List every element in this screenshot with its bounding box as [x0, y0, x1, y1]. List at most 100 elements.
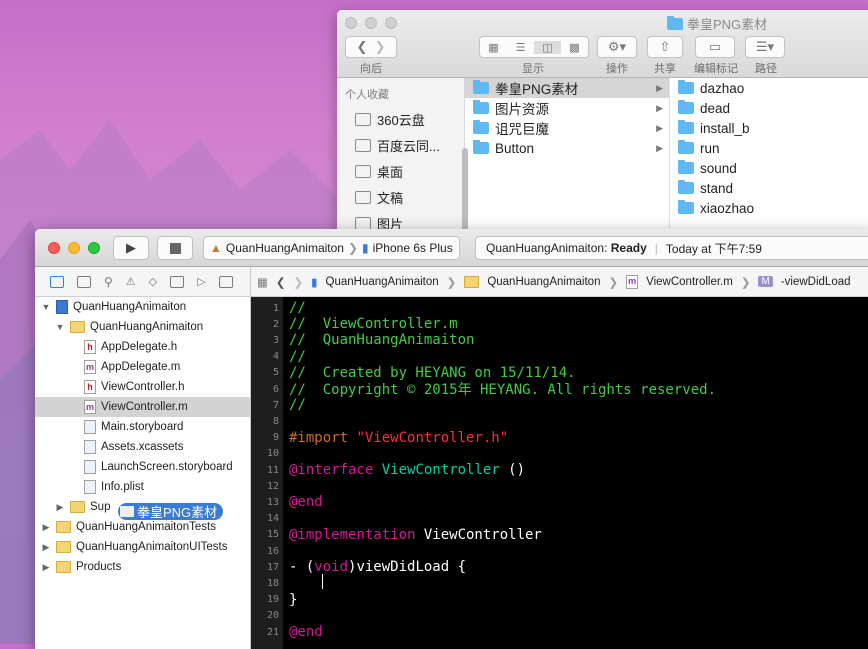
source-editor[interactable]: 1 // 2 // ViewController.m 3 // QuanHuangAnim… [251, 297, 868, 649]
text-cursor [322, 574, 323, 589]
folder-row[interactable]: dead [670, 98, 868, 118]
scheme-selector[interactable]: ▲ QuanHuangAnimaiton ❯ ▮ iPhone 6s Plus [203, 236, 460, 260]
sidebar-item[interactable]: 桌面 [337, 158, 464, 184]
column-view-icon[interactable]: ◫ [534, 40, 561, 54]
close-button[interactable] [48, 242, 60, 254]
navigator-item[interactable]: Main.storyboard [35, 417, 250, 437]
disclosure-arrow-icon: ▶ [656, 122, 663, 133]
project-navigator: ▼ QuanHuangAnimaiton ▼ QuanHuangAnimaiton h A… [35, 297, 251, 649]
folder-name: 图片资源 [495, 102, 549, 117]
chevron-right-icon[interactable]: ❯ [294, 275, 304, 289]
navigator-item[interactable]: Assets.xcassets [35, 437, 250, 457]
code-line: 18 [251, 575, 868, 591]
folder-name: install_b [700, 120, 750, 136]
zoom-button[interactable] [385, 17, 397, 29]
code-line: 19} [251, 592, 868, 608]
jump-bar-method[interactable]: -viewDidLoad [781, 276, 851, 288]
disclosure-arrow-icon: ▶ [656, 102, 663, 113]
folder-icon [355, 112, 371, 126]
folder-icon [473, 120, 489, 134]
tags-button[interactable]: ▭ [695, 36, 735, 58]
folder-row[interactable]: install_b [670, 118, 868, 138]
navigator-item[interactable]: ▶ QuanHuangAnimaitonUITests [35, 537, 250, 557]
navigator-item-label: QuanHuangAnimaitonUITests [76, 541, 228, 553]
close-button[interactable] [345, 17, 357, 29]
share-button[interactable]: ⇧ [647, 36, 683, 58]
chevron-left-icon[interactable]: ❮ [356, 39, 367, 55]
share-label: 共享 [654, 63, 676, 75]
navigator-item[interactable]: LaunchScreen.storyboard [35, 457, 250, 477]
sidebar-item[interactable]: 文稿 [337, 184, 464, 210]
folder-name: dead [700, 100, 731, 116]
zoom-button[interactable] [88, 242, 100, 254]
test-navigator-icon[interactable]: ◇ [149, 275, 157, 288]
disclosure-triangle-icon[interactable]: ▶ [55, 502, 65, 513]
disclosure-triangle-icon[interactable]: ▶ [41, 522, 51, 533]
breakpoint-navigator-icon[interactable]: ▷ [197, 275, 205, 288]
disclosure-triangle-icon[interactable]: ▼ [41, 302, 51, 312]
gear-icon: ⚙▾ [607, 39, 627, 54]
related-items-icon[interactable]: ▦ [257, 275, 268, 289]
code-text: // QuanHuangAnimaiton [279, 332, 474, 348]
run-button[interactable]: ▶ [113, 236, 149, 260]
folder-row[interactable]: xiaozhao [670, 198, 868, 218]
navigator-item[interactable]: m ViewController.m [35, 397, 250, 417]
line-number: 20 [266, 610, 279, 622]
folder-row[interactable]: 图片资源 ▶ [465, 98, 669, 118]
finder-sidebar: 个人收藏 360云盘 百度云同... 桌面 文稿 图片 [337, 78, 468, 250]
list-view-icon[interactable]: ☰ [507, 41, 534, 54]
code-text: // [279, 397, 306, 413]
cover-flow-icon[interactable]: ▩ [561, 41, 588, 54]
disclosure-triangle-icon[interactable]: ▼ [55, 322, 65, 332]
sidebar-item[interactable]: 360云盘 [337, 106, 464, 132]
navigator-item-label: ViewController.h [101, 381, 185, 393]
chevron-left-icon[interactable]: ❮ [276, 275, 286, 289]
code-line: 4 // [251, 349, 868, 365]
debug-navigator-icon[interactable] [170, 275, 185, 288]
navigator-item[interactable]: ▼ QuanHuangAnimaiton [35, 317, 250, 337]
navigator-item[interactable]: Info.plist [35, 477, 250, 497]
jump-bar: ▦ ❮ ❯ ▮ QuanHuangAnimaiton ❯ QuanHuangAn… [251, 267, 868, 297]
view-mode-segment[interactable]: ▦ ☰ ◫ ▩ [479, 36, 589, 58]
folder-row[interactable]: sound [670, 158, 868, 178]
find-navigator-icon[interactable]: ⚲ [104, 275, 113, 289]
minimize-button[interactable] [68, 242, 80, 254]
code-text: } [279, 592, 297, 608]
navigator-item-label: Info.plist [101, 481, 144, 493]
navigator-item[interactable]: ▼ QuanHuangAnimaiton [35, 297, 250, 317]
folder-row[interactable]: Button ▶ [465, 138, 669, 158]
navigator-item[interactable]: ▶ Products [35, 557, 250, 577]
action-button[interactable]: ⚙▾ [597, 36, 637, 58]
h-file-icon: h [84, 340, 96, 354]
navigator-item[interactable]: h ViewController.h [35, 377, 250, 397]
report-navigator-icon[interactable] [218, 275, 233, 288]
sidebar-item[interactable]: 百度云同... [337, 132, 464, 158]
minimize-button[interactable] [365, 17, 377, 29]
drag-folder-icon [120, 506, 134, 517]
drag-label: 拳皇PNG素材 [137, 505, 218, 520]
folder-row[interactable]: 诅咒巨魔 ▶ [465, 118, 669, 138]
back-forward-buttons[interactable]: ❮ ❯ [345, 36, 397, 58]
navigator-item[interactable]: m AppDelegate.m [35, 357, 250, 377]
folder-row[interactable]: run [670, 138, 868, 158]
jump-bar-project[interactable]: QuanHuangAnimaiton [326, 276, 439, 288]
folder-row[interactable]: 拳皇PNG素材 ▶ [465, 78, 669, 98]
jump-bar-file[interactable]: ViewController.m [646, 276, 733, 288]
finder-toolbar: 拳皇PNG素材 ❮ ❯ 向后 ▦ ☰ ◫ ▩ 显示 ⚙▾ 操作 ⇧ 共享 ▭ 编… [337, 10, 868, 78]
issue-navigator-icon[interactable]: ⚠ [126, 275, 136, 288]
disclosure-triangle-icon[interactable]: ▶ [41, 542, 51, 553]
line-number: 16 [266, 545, 279, 557]
disclosure-triangle-icon[interactable]: ▶ [41, 562, 51, 573]
folder-row[interactable]: dazhao [670, 78, 868, 98]
icon-view-icon[interactable]: ▦ [480, 41, 507, 54]
navigator-item[interactable]: h AppDelegate.h [35, 337, 250, 357]
navigator-item-label: QuanHuangAnimaiton [73, 301, 187, 313]
chevron-right-icon[interactable]: ❯ [375, 39, 386, 55]
stop-button[interactable] [157, 236, 193, 260]
project-navigator-icon[interactable] [50, 275, 64, 288]
symbol-navigator-icon[interactable] [77, 275, 91, 288]
folder-row[interactable]: stand [670, 178, 868, 198]
path-button[interactable]: ☰▾ [745, 36, 785, 58]
jump-bar-group[interactable]: QuanHuangAnimaiton [487, 276, 600, 288]
xcode-toolbar: ▶ ▲ QuanHuangAnimaiton ❯ ▮ iPhone 6s Plu… [35, 229, 868, 267]
